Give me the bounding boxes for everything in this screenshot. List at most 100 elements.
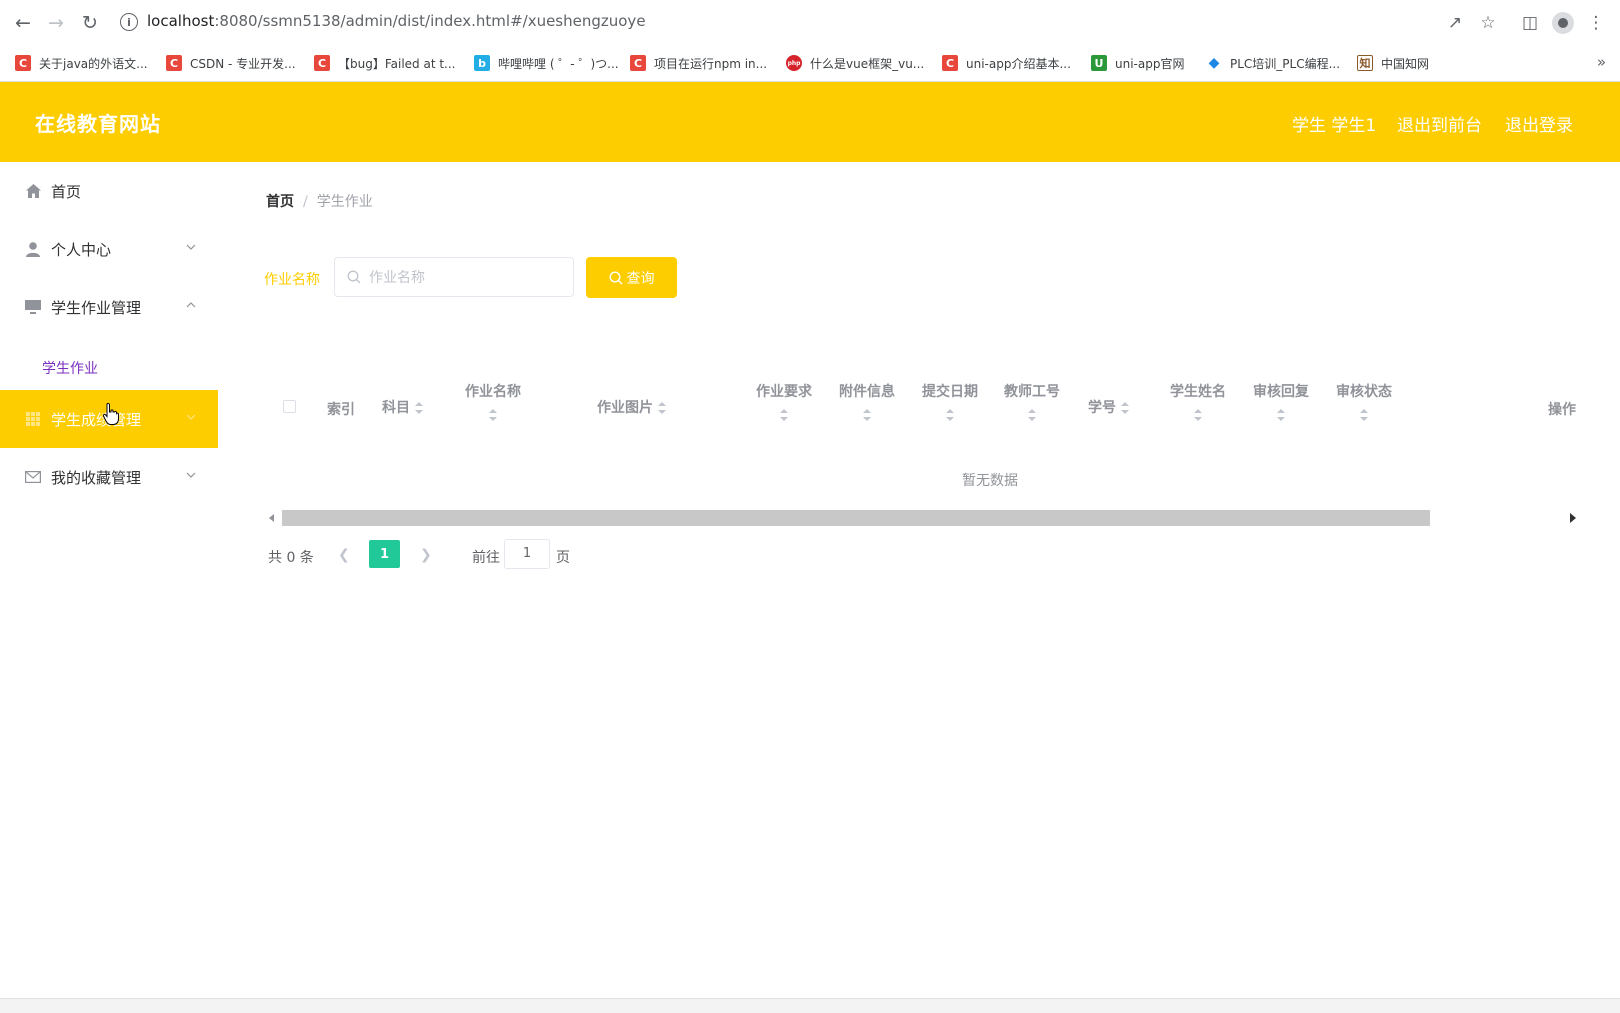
pagination-goto-suffix: 页 xyxy=(556,550,570,566)
sort-icon[interactable] xyxy=(1120,402,1129,414)
taskbar-edge xyxy=(0,998,1620,1013)
csdn-icon: C xyxy=(166,55,182,71)
sort-icon[interactable] xyxy=(489,409,497,421)
column-header-student-name[interactable]: 学生姓名 xyxy=(1168,381,1228,421)
url-host: localhost xyxy=(147,12,215,30)
diamond-icon: ◆ xyxy=(1206,55,1222,71)
sidebar-subitem-student-homework[interactable]: 学生作业 xyxy=(0,346,218,390)
bookmarks-bar: C 关于java的外语文... C CSDN - 专业开发... C 【bug】Fai… xyxy=(0,47,1620,82)
address-bar[interactable]: localhost:8080/ssmn5138/admin/dist/index… xyxy=(147,12,646,30)
sidebar-item-home[interactable]: 首页 xyxy=(0,162,218,220)
back-to-front-link[interactable]: 退出到前台 xyxy=(1397,111,1482,136)
url-path: :8080/ssmn5138/admin/dist/index.html#/xu… xyxy=(214,12,646,30)
more-bookmarks-icon[interactable]: » xyxy=(1597,53,1606,71)
horizontal-scrollbar[interactable] xyxy=(266,510,1576,526)
search-label: 作业名称 xyxy=(264,272,320,288)
current-user: 学生 学生1 xyxy=(1292,116,1377,136)
sidebar-item-label: 个人中心 xyxy=(51,240,112,259)
bookmark-item[interactable]: Uuni-app官网 xyxy=(1091,53,1184,73)
sidebar-item-label: 我的收藏管理 xyxy=(51,468,142,487)
search-icon xyxy=(347,270,361,284)
bookmark-item[interactable]: 知中国知网 xyxy=(1357,53,1429,73)
column-header-actions: 操作 xyxy=(1548,402,1576,418)
uniapp-icon: U xyxy=(1091,55,1107,71)
sort-icon[interactable] xyxy=(863,409,871,421)
pagination-total: 共 0 条 xyxy=(268,550,314,566)
menu-kebab-icon[interactable]: ⋮ xyxy=(1585,12,1607,34)
column-header-index: 索引 xyxy=(327,402,355,418)
csdn-icon: C xyxy=(314,55,330,71)
sort-icon[interactable] xyxy=(657,402,666,414)
column-header-homework-image[interactable]: 作业图片 xyxy=(597,397,666,417)
column-header-subject[interactable]: 科目 xyxy=(382,397,423,417)
site-title: 在线教育网站 xyxy=(35,112,161,136)
column-header-review-status[interactable]: 审核状态 xyxy=(1334,381,1394,421)
column-header-submit-date[interactable]: 提交日期 xyxy=(920,381,980,421)
pagination-page-current[interactable]: 1 xyxy=(369,540,400,568)
sort-icon[interactable] xyxy=(946,409,954,421)
table-empty-text: 暂无数据 xyxy=(962,473,1018,489)
mail-icon xyxy=(25,469,41,485)
sort-icon[interactable] xyxy=(780,409,788,421)
sort-icon[interactable] xyxy=(1194,409,1202,421)
sort-icon[interactable] xyxy=(1360,409,1368,421)
site-info-icon[interactable]: i xyxy=(120,13,138,31)
pagination-goto-input[interactable]: 1 xyxy=(504,539,550,569)
browser-toolbar: ← → ↻ i localhost:8080/ssmn5138/admin/di… xyxy=(0,0,1620,46)
sidebar-item-label: 学生作业管理 xyxy=(51,298,142,317)
forward-icon[interactable]: → xyxy=(45,12,67,34)
bookmark-item[interactable]: Cuni-app介绍基本... xyxy=(942,53,1071,73)
sidebar-item-label: 首页 xyxy=(51,182,82,201)
sidebar-item-favorites-management[interactable]: 我的收藏管理 xyxy=(0,448,218,506)
bookmark-item[interactable]: php 什么是vue框架_vu... xyxy=(786,53,924,73)
sort-icon[interactable] xyxy=(1028,409,1036,421)
select-all-checkbox[interactable] xyxy=(283,400,296,413)
back-icon[interactable]: ← xyxy=(12,12,34,34)
column-header-student-id[interactable]: 学号 xyxy=(1088,397,1129,417)
scroll-right-icon[interactable] xyxy=(1570,513,1576,523)
sidebar-item-label: 学生成绩管理 xyxy=(51,410,142,429)
bookmark-item[interactable]: C 关于java的外语文... xyxy=(15,53,148,73)
sort-icon[interactable] xyxy=(414,402,423,414)
side-panel-icon[interactable]: ◫ xyxy=(1519,12,1541,34)
bilibili-icon: b xyxy=(474,55,490,71)
scrollbar-thumb[interactable] xyxy=(282,510,1430,526)
column-header-requirements[interactable]: 作业要求 xyxy=(754,381,814,421)
bookmark-star-icon[interactable]: ☆ xyxy=(1477,12,1499,34)
query-button-label: 查询 xyxy=(626,270,655,287)
scroll-left-icon[interactable] xyxy=(269,514,274,522)
app-header: 在线教育网站 学生 学生1 退出到前台 退出登录 xyxy=(0,82,1620,162)
sidebar-item-homework-management[interactable]: 学生作业管理 xyxy=(0,278,218,336)
chevron-up-icon xyxy=(186,302,196,308)
chevron-right-icon[interactable]: ❯ xyxy=(420,547,432,563)
csdn-icon: C xyxy=(942,55,958,71)
column-header-teacher-id[interactable]: 教师工号 xyxy=(1002,381,1062,421)
reload-icon[interactable]: ↻ xyxy=(79,12,101,34)
column-header-review-reply[interactable]: 审核回复 xyxy=(1251,381,1311,421)
user-icon xyxy=(25,241,41,257)
home-icon xyxy=(25,183,41,199)
search-input[interactable] xyxy=(367,258,571,298)
share-icon[interactable]: ↗ xyxy=(1444,12,1466,34)
chevron-left-icon[interactable]: ❮ xyxy=(338,547,350,563)
sidebar-item-personal-center[interactable]: 个人中心 xyxy=(0,220,218,278)
column-header-homework-name[interactable]: 作业名称 xyxy=(463,381,523,421)
chevron-down-icon xyxy=(186,414,196,420)
bookmark-item[interactable]: b 哔哩哔哩 ( ゜- ゜)つ... xyxy=(474,53,619,73)
monitor-icon xyxy=(25,299,41,315)
breadcrumb: 首页 / 学生作业 xyxy=(266,191,373,211)
hand-cursor-icon xyxy=(103,403,119,425)
sort-icon[interactable] xyxy=(1277,409,1285,421)
bookmark-item[interactable]: C 项目在运行npm in... xyxy=(630,53,767,73)
bookmark-item[interactable]: C 【bug】Failed at t... xyxy=(314,53,456,73)
profile-icon[interactable] xyxy=(1552,12,1574,34)
pagination-goto-label: 前往 xyxy=(472,550,500,566)
csdn-icon: C xyxy=(15,55,31,71)
search-field[interactable] xyxy=(334,257,574,298)
logout-link[interactable]: 退出登录 xyxy=(1505,111,1573,136)
query-button[interactable]: 查询 xyxy=(586,257,677,298)
bookmark-item[interactable]: C CSDN - 专业开发... xyxy=(166,53,296,73)
breadcrumb-home[interactable]: 首页 xyxy=(266,194,294,210)
bookmark-item[interactable]: ◆ PLC培训_PLC编程... xyxy=(1206,53,1340,73)
column-header-attachment[interactable]: 附件信息 xyxy=(837,381,897,421)
